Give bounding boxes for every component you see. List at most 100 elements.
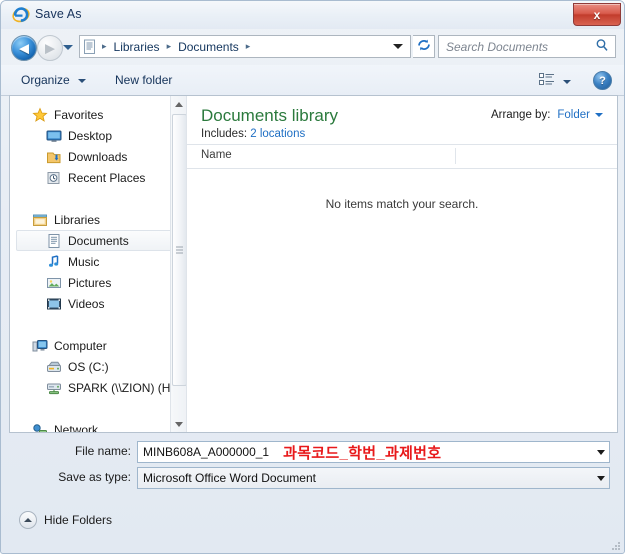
scroll-down-button[interactable] xyxy=(171,416,186,432)
music-icon xyxy=(46,254,62,270)
file-name-input[interactable]: MINB608A_A000000_1 과목코드_학번_과제번호 xyxy=(137,441,610,463)
sidebar-item-network[interactable]: Network xyxy=(10,419,186,432)
pictures-icon xyxy=(46,275,62,291)
forward-arrow-icon: ▶ xyxy=(45,40,55,56)
recent-pages-dropdown[interactable] xyxy=(63,43,74,52)
chevron-down-icon xyxy=(563,79,571,84)
sidebar-label: Desktop xyxy=(68,128,113,143)
refresh-button[interactable] xyxy=(413,35,435,58)
sidebar-label: Network xyxy=(54,422,99,433)
sidebar-label: OS (C:) xyxy=(68,359,109,374)
sidebar-label: Documents xyxy=(68,233,129,248)
chevron-down-icon xyxy=(595,113,603,117)
sidebar-item-videos[interactable]: Videos xyxy=(10,293,186,314)
chevron-up-circle-icon xyxy=(19,511,37,529)
save-as-dialog: Save As x ◀ ▶ ▸ Libraries ▸ Documents ▸ … xyxy=(0,0,625,554)
help-icon: ? xyxy=(599,74,606,87)
file-name-label-box: File name: xyxy=(21,441,131,463)
sidebar-label: Favorites xyxy=(54,107,104,122)
sidebar-label: Music xyxy=(68,254,100,269)
chevron-down-icon xyxy=(596,449,605,455)
address-dropdown-button[interactable] xyxy=(393,43,403,51)
sidebar-group-computer: Computer OS (C:) SPARK (\\ZION) (H:) xyxy=(10,335,186,398)
sidebar-group-favorites: Favorites Desktop Downloads Recent Place… xyxy=(10,104,186,188)
sidebar-group-network: Network xyxy=(10,419,186,432)
close-button[interactable]: x xyxy=(573,3,621,26)
chevron-down-icon xyxy=(596,475,605,481)
save-as-type-select[interactable]: Microsoft Office Word Document xyxy=(137,467,610,489)
change-view-button[interactable] xyxy=(536,72,574,91)
desktop-icon xyxy=(46,128,62,144)
hide-folders-button[interactable]: Hide Folders xyxy=(15,509,116,531)
file-list-pane: Documents library Includes: 2 locations … xyxy=(187,96,617,432)
view-layout-icon xyxy=(539,73,555,90)
search-icon xyxy=(595,38,609,55)
save-as-type-dropdown-button[interactable] xyxy=(592,468,609,488)
includes-locations-link[interactable]: 2 locations xyxy=(250,128,305,140)
sidebar-item-libraries[interactable]: Libraries xyxy=(10,209,186,230)
back-arrow-icon: ◀ xyxy=(19,40,29,56)
navigation-pane-scrollbar[interactable] xyxy=(170,96,186,432)
library-includes: Includes: 2 locations xyxy=(201,128,603,140)
chevron-down-icon xyxy=(174,421,183,427)
chevron-up-icon xyxy=(174,101,183,107)
sidebar-item-music[interactable]: Music xyxy=(10,251,186,272)
address-breadcrumb-bar[interactable]: ▸ Libraries ▸ Documents ▸ xyxy=(79,35,411,58)
search-box[interactable]: Search Documents xyxy=(438,35,616,58)
star-icon xyxy=(32,106,48,123)
organize-button[interactable]: Organize xyxy=(15,71,92,89)
downloads-icon xyxy=(46,149,62,165)
sidebar-item-downloads[interactable]: Downloads xyxy=(10,146,186,167)
network-icon xyxy=(32,422,48,432)
organize-label: Organize xyxy=(21,73,70,87)
save-as-type-label-box: Save as type: xyxy=(21,467,131,489)
sidebar-item-recent-places[interactable]: Recent Places xyxy=(10,167,186,188)
browser-panes: Favorites Desktop Downloads Recent Place… xyxy=(9,95,618,433)
new-folder-button[interactable]: New folder xyxy=(109,71,178,89)
scroll-up-button[interactable] xyxy=(171,96,186,112)
column-header-name[interactable]: Name xyxy=(201,149,232,161)
documents-icon xyxy=(83,39,97,55)
resize-grip-icon[interactable] xyxy=(610,540,622,552)
new-folder-label: New folder xyxy=(115,73,173,87)
help-button[interactable]: ? xyxy=(593,71,612,90)
libraries-icon xyxy=(32,212,48,228)
scrollbar-thumb[interactable] xyxy=(172,114,186,386)
sidebar-item-os-c[interactable]: OS (C:) xyxy=(10,356,186,377)
sidebar-label: Videos xyxy=(68,296,105,311)
sidebar-item-spark-h[interactable]: SPARK (\\ZION) (H:) xyxy=(10,377,186,398)
file-name-label: File name: xyxy=(74,444,131,458)
breadcrumb-separator: ▸ xyxy=(166,41,172,51)
file-name-annotation: 과목코드_학번_과제번호 xyxy=(283,444,442,462)
save-as-type-label: Save as type: xyxy=(58,470,131,484)
sidebar-label: Downloads xyxy=(68,149,128,164)
sidebar-item-computer[interactable]: Computer xyxy=(10,335,186,356)
sidebar-item-desktop[interactable]: Desktop xyxy=(10,125,186,146)
sidebar-item-pictures[interactable]: Pictures xyxy=(10,272,186,293)
file-name-dropdown-button[interactable] xyxy=(592,442,609,462)
forward-button[interactable]: ▶ xyxy=(37,35,63,61)
window-title: Save As xyxy=(35,7,82,21)
search-input[interactable]: Search Documents xyxy=(446,40,548,54)
breadcrumb-libraries[interactable]: Libraries xyxy=(112,40,162,54)
sidebar-label: Computer xyxy=(54,338,107,353)
sidebar-item-documents[interactable]: Documents xyxy=(16,230,181,251)
column-divider[interactable] xyxy=(455,148,456,164)
empty-state-message: No items match your search. xyxy=(325,197,479,211)
network-drive-icon xyxy=(46,380,62,396)
grip-icon xyxy=(176,246,183,254)
refresh-icon xyxy=(417,38,431,55)
file-name-row: File name: MINB608A_A000000_1 과목코드_학번_과제… xyxy=(1,441,624,463)
arrange-by-value[interactable]: Folder xyxy=(557,109,590,121)
sidebar-item-favorites[interactable]: Favorites xyxy=(10,104,186,125)
breadcrumb-documents[interactable]: Documents xyxy=(176,40,241,54)
harddisk-icon xyxy=(46,359,62,375)
arrange-by-label: Arrange by: xyxy=(490,109,551,121)
command-toolbar: Organize New folder ? xyxy=(1,65,624,96)
close-icon: x xyxy=(593,7,601,22)
column-header-row: Name xyxy=(187,144,617,169)
back-button[interactable]: ◀ xyxy=(11,35,37,61)
